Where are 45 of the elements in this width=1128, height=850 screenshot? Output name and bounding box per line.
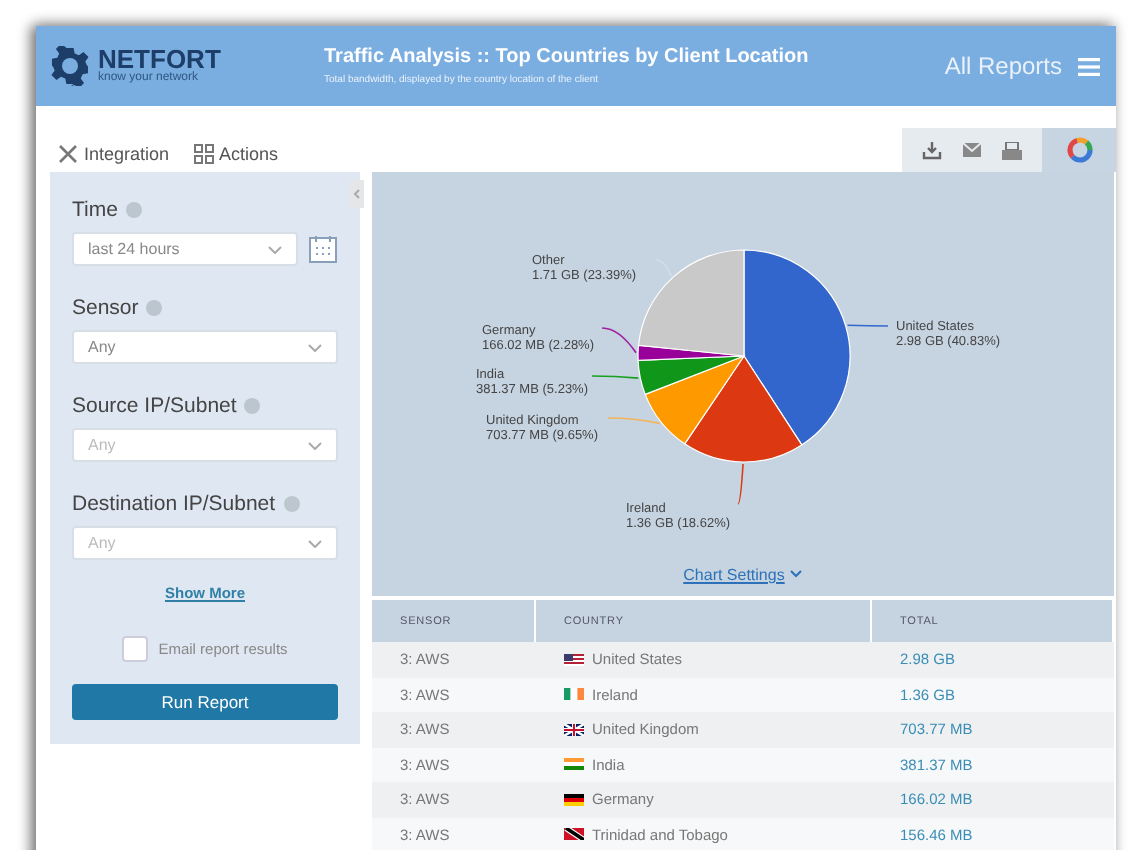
leader-line bbox=[601, 327, 637, 354]
help-icon[interactable] bbox=[146, 300, 163, 316]
chevron-down-icon bbox=[308, 343, 322, 351]
flag-icon bbox=[564, 653, 584, 666]
gear-logo-icon bbox=[50, 46, 90, 86]
filter-label: Source IP/Subnet bbox=[72, 394, 237, 418]
chart-settings-link[interactable]: Chart Settings bbox=[683, 566, 785, 584]
filter-label: Time bbox=[72, 198, 118, 222]
dropdown-field[interactable]: Any bbox=[72, 428, 338, 462]
grid-icon bbox=[193, 144, 214, 164]
help-icon[interactable] bbox=[125, 202, 142, 218]
flag-icon bbox=[564, 758, 584, 771]
run-report-button[interactable]: Run Report bbox=[72, 684, 338, 720]
actions-menu[interactable]: Actions bbox=[219, 144, 279, 164]
help-icon[interactable] bbox=[283, 496, 300, 512]
print-icon[interactable] bbox=[1002, 141, 1022, 159]
all-reports-link[interactable]: All Reports bbox=[944, 52, 1062, 80]
filter-label: Destination IP/Subnet bbox=[72, 492, 276, 516]
logo-text: NETFORT bbox=[98, 48, 221, 72]
chevron-down-icon bbox=[308, 441, 322, 449]
dropdown-field[interactable]: Any bbox=[72, 526, 338, 560]
menu-icon[interactable] bbox=[1078, 57, 1100, 75]
donut-chart-icon[interactable] bbox=[1065, 136, 1093, 164]
flag-icon bbox=[564, 723, 584, 736]
dropdown-field[interactable]: last 24 hours bbox=[72, 232, 298, 266]
leader-line bbox=[591, 375, 640, 379]
filter-label: Sensor bbox=[72, 296, 139, 320]
report-title: Traffic Analysis :: Top Countries by Client Location bbox=[324, 46, 811, 68]
download-icon[interactable] bbox=[922, 141, 942, 159]
chevron-down-icon bbox=[268, 245, 282, 253]
leader-line bbox=[846, 324, 889, 327]
flag-icon bbox=[564, 828, 584, 841]
flag-icon bbox=[564, 688, 584, 701]
dropdown-field[interactable]: Any bbox=[72, 330, 338, 364]
chevron-down-icon bbox=[790, 569, 803, 577]
chevron-down-icon bbox=[308, 539, 322, 547]
leader-line bbox=[737, 463, 744, 505]
leader-line bbox=[607, 417, 661, 425]
leader-line bbox=[655, 259, 673, 277]
checkbox[interactable] bbox=[122, 636, 149, 662]
integration-menu[interactable]: Integration bbox=[84, 144, 170, 164]
email-icon[interactable] bbox=[962, 142, 982, 158]
help-icon[interactable] bbox=[244, 398, 261, 414]
calendar-icon[interactable] bbox=[308, 234, 338, 264]
flag-icon bbox=[564, 793, 584, 806]
